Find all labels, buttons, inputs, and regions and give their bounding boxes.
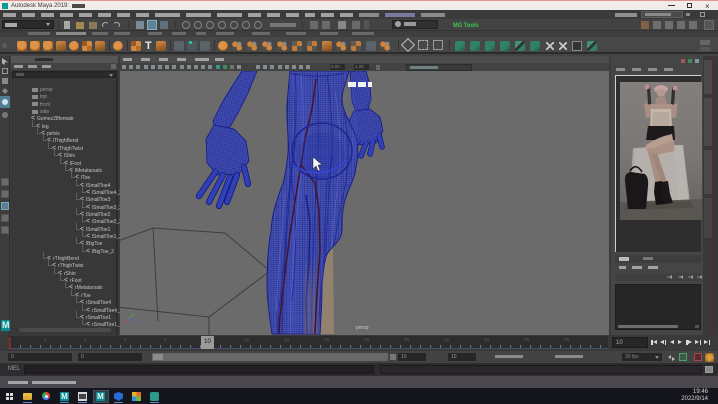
svg-text:persp: persp bbox=[356, 325, 369, 331]
